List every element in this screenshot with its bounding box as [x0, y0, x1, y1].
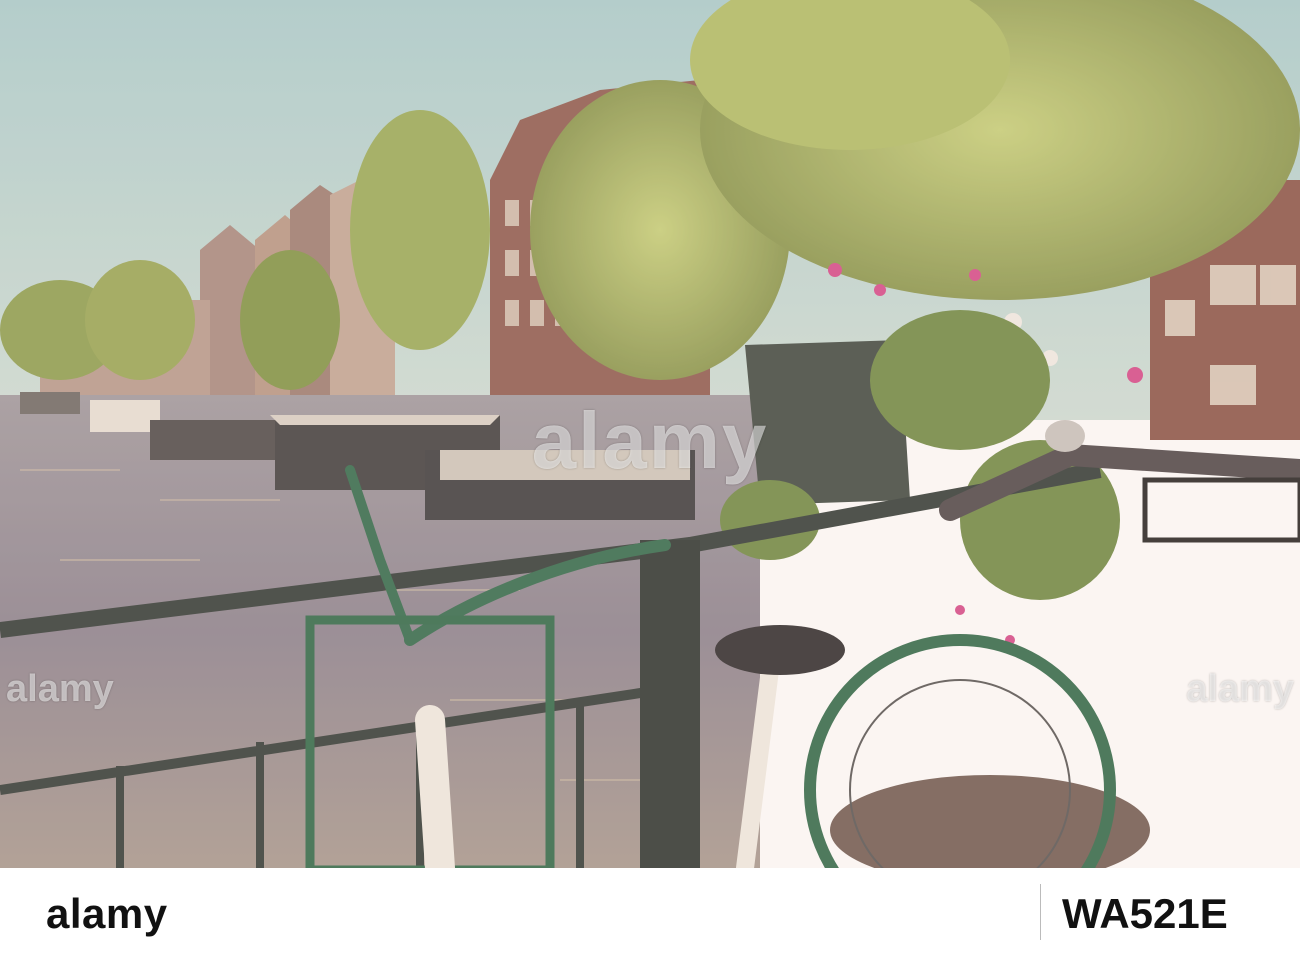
stock-footer: alamy WA521E [0, 868, 1300, 956]
footer-divider [1040, 884, 1041, 940]
canal-photo: alamy alamy alamy [0, 0, 1300, 868]
image-id: WA521E [1062, 890, 1228, 937]
footer-logo: alamy [46, 890, 168, 937]
photo-scene [0, 0, 1300, 868]
